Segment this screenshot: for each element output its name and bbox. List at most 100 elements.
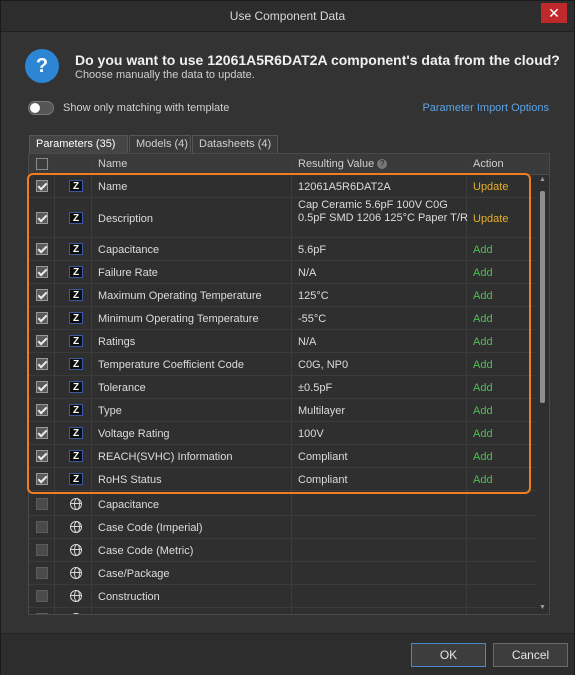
table-row[interactable]: Construction: [29, 585, 537, 608]
dialog-question: Do you want to use 12061A5R6DAT2A compon…: [75, 52, 560, 68]
param-name: Minimum Operating Temperature: [98, 313, 259, 325]
globe-icon: [70, 544, 82, 556]
ok-button[interactable]: OK: [411, 643, 486, 667]
globe-icon: [70, 498, 82, 510]
row-checkbox[interactable]: [36, 312, 48, 324]
param-value: Cap Ceramic 5.6pF 100V C0G 0.5pF SMD 120…: [298, 199, 468, 224]
cloud-component-icon: Z: [69, 312, 83, 324]
param-name: Case Code (Metric): [98, 545, 194, 557]
row-checkbox[interactable]: [36, 613, 48, 614]
row-checkbox[interactable]: [36, 590, 48, 602]
table-row[interactable]: Z Voltage Rating 100V Add: [29, 422, 537, 445]
close-button[interactable]: ✕: [541, 3, 567, 23]
row-checkbox[interactable]: [36, 567, 48, 579]
grid-scrollbar[interactable]: ▲ ▼: [537, 175, 548, 613]
grid-header: Name Resulting Value? Action: [29, 154, 549, 175]
row-checkbox[interactable]: [36, 473, 48, 485]
column-header-value[interactable]: Resulting Value?: [298, 158, 388, 170]
param-action: Add: [473, 405, 493, 417]
cancel-button[interactable]: Cancel: [493, 643, 568, 667]
table-row[interactable]: Z REACH(SVHC) Information Compliant Add: [29, 445, 537, 468]
tab-models[interactable]: Models (4): [129, 135, 191, 153]
param-action: Add: [473, 336, 493, 348]
cloud-component-icon: Z: [69, 381, 83, 393]
column-header-action[interactable]: Action: [473, 158, 504, 170]
param-value: -55°C: [298, 313, 327, 325]
row-checkbox[interactable]: [36, 427, 48, 439]
row-checkbox[interactable]: [36, 289, 48, 301]
parameter-import-options-link[interactable]: Parameter Import Options: [422, 102, 549, 114]
scroll-up-arrow-icon[interactable]: ▲: [537, 175, 548, 185]
table-row[interactable]: Z Capacitance 5.6pF Add: [29, 238, 537, 261]
table-row[interactable]: Z Type Multilayer Add: [29, 399, 537, 422]
row-checkbox[interactable]: [36, 498, 48, 510]
table-row[interactable]: Case Code (Imperial): [29, 516, 537, 539]
param-value: 125°C: [298, 290, 329, 302]
table-row[interactable]: Z Minimum Operating Temperature -55°C Ad…: [29, 307, 537, 330]
row-checkbox[interactable]: [36, 544, 48, 556]
row-checkbox[interactable]: [36, 243, 48, 255]
param-action: Update: [473, 213, 509, 225]
param-action: Add: [473, 290, 493, 302]
param-name: Name: [98, 181, 128, 193]
param-name: Type: [98, 405, 122, 417]
param-value: Compliant: [298, 474, 348, 486]
param-value: Multilayer: [298, 405, 346, 417]
row-checkbox[interactable]: [36, 335, 48, 347]
param-action: Add: [473, 474, 493, 486]
cloud-component-icon: Z: [69, 404, 83, 416]
param-name: RoHS Status: [98, 474, 162, 486]
table-row[interactable]: Z RoHS Status Compliant Add: [29, 468, 537, 491]
table-row[interactable]: Capacitance: [29, 493, 537, 516]
cloud-component-icon: Z: [69, 450, 83, 462]
param-action: Add: [473, 382, 493, 394]
cloud-component-icon: Z: [69, 473, 83, 485]
cloud-component-icon: Z: [69, 243, 83, 255]
table-row[interactable]: Case/Package: [29, 562, 537, 585]
param-action: Add: [473, 267, 493, 279]
row-checkbox[interactable]: [36, 180, 48, 192]
dialog-footer: OK Cancel: [1, 633, 574, 675]
tab-datasheets[interactable]: Datasheets (4): [192, 135, 278, 153]
use-component-data-dialog: Use Component Data ✕ ? Do you want to us…: [0, 0, 575, 675]
param-value: 100V: [298, 428, 324, 440]
table-row[interactable]: Z Description Cap Ceramic 5.6pF 100V C0G…: [29, 198, 537, 238]
template-match-label: Show only matching with template: [63, 102, 230, 114]
cloud-component-icon: Z: [69, 358, 83, 370]
globe-icon: [70, 521, 82, 533]
scroll-down-arrow-icon[interactable]: ▼: [537, 603, 548, 613]
question-icon: ?: [25, 49, 59, 83]
param-name: Voltage Rating: [98, 428, 170, 440]
column-header-name[interactable]: Name: [98, 158, 127, 170]
row-checkbox[interactable]: [36, 521, 48, 533]
param-action: Add: [473, 313, 493, 325]
param-action: Add: [473, 359, 493, 371]
row-checkbox[interactable]: [36, 212, 48, 224]
row-checkbox[interactable]: [36, 450, 48, 462]
row-checkbox[interactable]: [36, 358, 48, 370]
select-all-checkbox[interactable]: [36, 158, 48, 170]
cloud-component-icon: Z: [69, 180, 83, 192]
table-row[interactable]: Z Failure Rate N/A Add: [29, 261, 537, 284]
row-checkbox[interactable]: [36, 266, 48, 278]
param-name: Tolerance: [98, 382, 146, 394]
table-row[interactable]: Z Name 12061A5R6DAT2A Update: [29, 175, 537, 198]
cloud-component-icon: Z: [69, 335, 83, 347]
tab-parameters[interactable]: Parameters (35): [29, 135, 128, 153]
param-name: Failure Rate: [98, 267, 158, 279]
table-row[interactable]: Z Temperature Coefficient Code C0G, NP0 …: [29, 353, 537, 376]
param-action: Update: [473, 181, 509, 193]
table-row[interactable]: Z Tolerance ±0.5pF Add: [29, 376, 537, 399]
table-row[interactable]: [29, 608, 537, 614]
table-row[interactable]: Case Code (Metric): [29, 539, 537, 562]
template-match-toggle[interactable]: [28, 101, 54, 115]
param-name: Capacitance: [98, 499, 160, 511]
param-name: Ratings: [98, 336, 136, 348]
table-row[interactable]: Z Maximum Operating Temperature 125°C Ad…: [29, 284, 537, 307]
param-name: REACH(SVHC) Information: [98, 451, 233, 463]
scroll-thumb[interactable]: [540, 191, 545, 403]
row-checkbox[interactable]: [36, 404, 48, 416]
row-checkbox[interactable]: [36, 381, 48, 393]
table-row[interactable]: Z Ratings N/A Add: [29, 330, 537, 353]
param-action: Add: [473, 451, 493, 463]
